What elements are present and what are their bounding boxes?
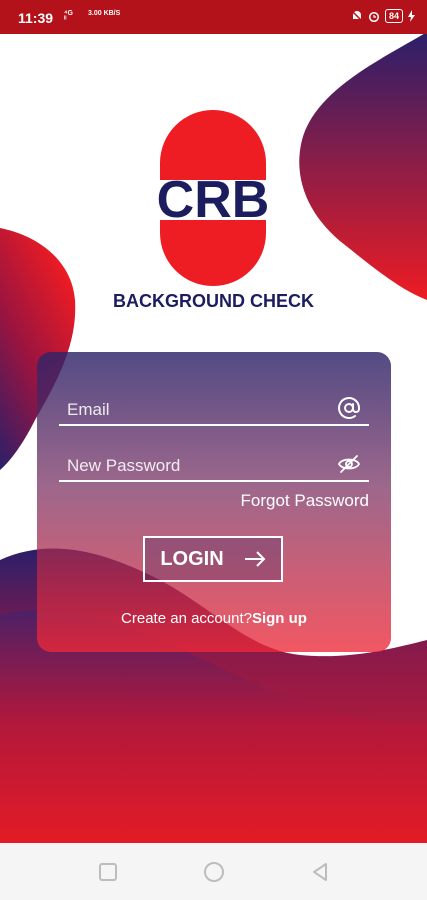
net-speed: 3.00 KB/S <box>88 10 121 17</box>
status-bar: 11:39 ⁴G ᴵᴵ 3.00 KB/S 84 <box>0 0 427 34</box>
recent-apps-icon[interactable] <box>97 861 119 883</box>
at-sign-icon <box>338 397 360 419</box>
status-icons: 84 <box>351 9 415 23</box>
create-account-text: Create an account? <box>121 610 252 627</box>
password-input[interactable] <box>65 452 329 480</box>
logo-bottom-shape <box>160 220 266 286</box>
home-icon[interactable] <box>203 861 225 883</box>
system-nav-bar <box>0 843 427 900</box>
arrow-right-icon <box>244 551 266 567</box>
signup-prompt: Create an account?Sign up <box>37 610 391 627</box>
forgot-password-link[interactable]: Forgot Password <box>241 491 370 511</box>
charging-icon <box>408 10 415 22</box>
logo-text: CRB <box>156 171 270 229</box>
back-icon[interactable] <box>309 861 331 883</box>
logo-top-shape <box>160 110 266 180</box>
crb-logo: CRB <box>157 110 269 286</box>
status-time: 11:39 <box>18 10 54 26</box>
sign-up-link[interactable]: Sign up <box>252 610 307 627</box>
login-button-label: LOGIN <box>160 547 224 570</box>
battery-indicator: 84 <box>384 9 403 23</box>
password-field-container <box>59 450 369 482</box>
login-button[interactable]: LOGIN <box>143 536 283 582</box>
mute-icon <box>351 10 363 22</box>
email-input[interactable] <box>65 396 329 424</box>
email-field-container <box>59 394 369 426</box>
alarm-icon <box>368 11 380 22</box>
eye-off-icon[interactable] <box>337 452 361 476</box>
login-card: Forgot Password LOGIN Create an account?… <box>37 352 391 652</box>
network-indicator: ⁴G ᴵᴵ <box>64 10 73 23</box>
app-subtitle: BACKGROUND CHECK <box>113 291 314 311</box>
